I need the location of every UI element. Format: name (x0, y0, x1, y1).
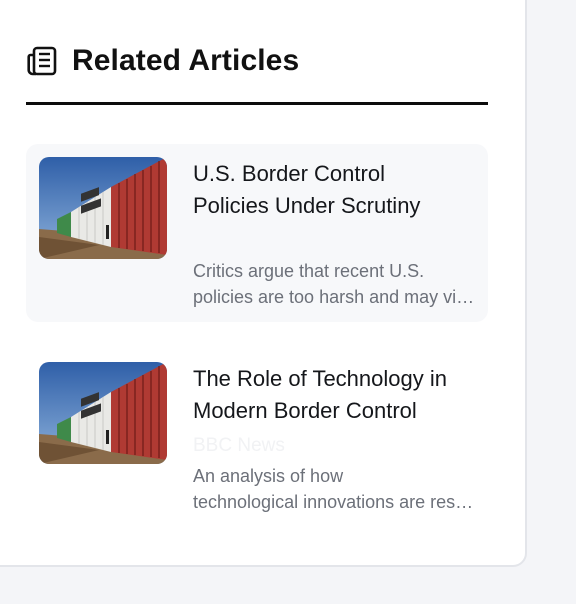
article-summary: Critics argue that recent U.S. policies … (193, 258, 477, 310)
article-thumbnail[interactable] (39, 157, 167, 259)
article-summary: An analysis of how technological innovat… (193, 463, 477, 515)
related-articles-header: Related Articles (26, 44, 299, 78)
article-card[interactable]: The Role of Technology in Modern Border … (26, 349, 488, 527)
article-card[interactable]: U.S. Border Control Policies Under Scrut… (26, 144, 488, 322)
article-title-line[interactable]: The Role of Technology in (193, 366, 447, 391)
article-title[interactable]: The Role of Technology in Modern Border … (193, 363, 483, 427)
article-thumbnail[interactable] (39, 362, 167, 464)
summary-line: policies are too harsh and may violate h… (193, 287, 477, 307)
article-title-line[interactable]: Modern Border Control (193, 398, 417, 423)
header-divider (26, 102, 488, 105)
summary-line: technological innovations are reshaping … (193, 492, 477, 512)
summary-line: An analysis of how (193, 466, 344, 486)
article-title-line[interactable]: U.S. Border Control (193, 161, 385, 186)
section-title: Related Articles (72, 44, 300, 77)
summary-line: Critics argue that recent U.S. (193, 261, 425, 281)
article-title[interactable]: U.S. Border Control Policies Under Scrut… (193, 158, 483, 222)
article-source: BBC News (193, 435, 285, 456)
newspaper-icon (27, 46, 57, 76)
article-title-line[interactable]: Policies Under Scrutiny (193, 193, 420, 218)
